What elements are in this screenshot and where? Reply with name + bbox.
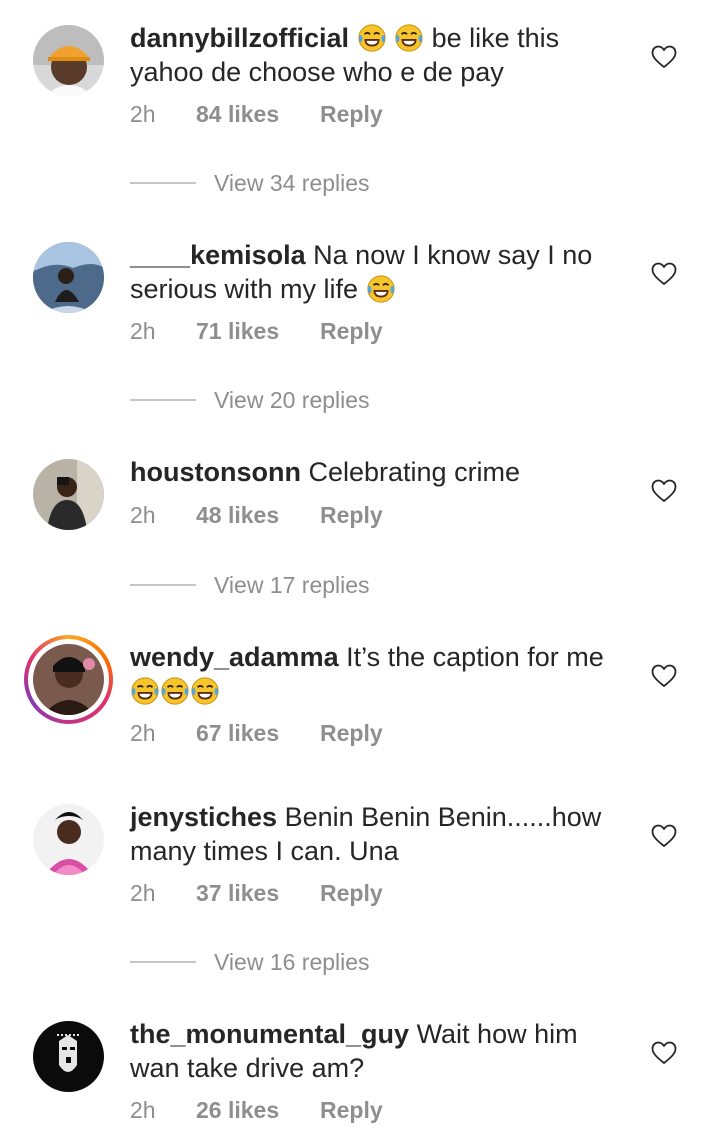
comment-text: wendy_adamma It’s the caption for me [130,640,630,708]
divider [130,182,196,184]
reply-button[interactable]: Reply [320,316,383,346]
avatar [33,644,104,715]
likes-count[interactable]: 48 likes [196,500,279,530]
heart-icon[interactable] [651,45,677,69]
comment-username[interactable]: ____kemisola [130,240,306,270]
avatar[interactable] [33,25,104,96]
comment-body-line: Celebrating crime [308,457,521,487]
heart-icon[interactable] [651,1041,677,1065]
view-replies-button[interactable]: View 16 replies [130,947,530,977]
view-replies-label: View 16 replies [214,949,370,975]
view-replies-button[interactable]: View 20 replies [130,385,530,415]
likes-count[interactable]: 71 likes [196,316,279,346]
comment-time: 2h [130,720,156,746]
avatar-cap-photo-icon [33,25,104,96]
comment-body-line: be like this [431,23,560,53]
comment-username[interactable]: houstonsonn [130,457,301,487]
comment-body-line: It’s the caption for me [346,642,604,672]
comment-text: ____kemisola Na now I know say I no seri… [130,238,630,306]
avatar[interactable] [33,459,104,530]
likes-count[interactable]: 84 likes [196,99,279,129]
comment-time: 2h [130,1097,156,1123]
comment-body-line: many times I can. Una [130,836,399,866]
heart-icon[interactable] [651,479,677,503]
divider [130,399,196,401]
likes-count[interactable]: 37 likes [196,878,279,908]
laughing-emoji-icon [190,676,220,706]
comment-text: houstonsonn Celebrating crime [130,455,630,489]
reply-button[interactable]: Reply [320,718,383,748]
avatar[interactable] [33,1021,104,1092]
comment-body-line: yahoo de choose who e de pay [130,57,504,87]
comment-username[interactable]: wendy_adamma [130,642,339,672]
comment-time: 2h [130,101,156,127]
comment-body-line: Wait how him [416,1019,578,1049]
avatar-mirror-selfie-icon [33,459,104,530]
laughing-emoji-icon [130,676,160,706]
avatar-beach-photo-icon [33,242,104,313]
view-replies-label: View 20 replies [214,387,370,413]
laughing-emoji-icon [366,274,396,304]
comment-text: jenystiches Benin Benin Benin......how m… [130,800,630,868]
avatar-story-ring[interactable] [24,635,113,724]
comment-username[interactable]: the_monumental_guy [130,1019,409,1049]
comment-body-line: serious with my life [130,274,359,304]
comment-time: 2h [130,880,156,906]
reply-button[interactable]: Reply [320,878,383,908]
view-replies-label: View 34 replies [214,170,370,196]
comment-body-line: Benin Benin Benin......how [284,802,602,832]
likes-count[interactable]: 67 likes [196,718,279,748]
heart-icon[interactable] [651,262,677,286]
reply-button[interactable]: Reply [320,500,383,530]
avatar-mask-logo-icon [33,1021,104,1092]
reply-button[interactable]: Reply [320,1095,383,1125]
avatar[interactable] [33,242,104,313]
comment-body-line: Na now I know say I no [313,240,593,270]
avatar-woman-selfie-icon [33,644,104,715]
avatar-woman-photo-icon [33,804,104,875]
divider [130,584,196,586]
comment-text: the_monumental_guy Wait how him wan take… [130,1017,630,1085]
view-replies-button[interactable]: View 17 replies [130,570,530,600]
reply-button[interactable]: Reply [320,99,383,129]
divider [130,961,196,963]
laughing-emoji-icon [394,23,424,53]
view-replies-label: View 17 replies [214,572,370,598]
comment-username[interactable]: dannybillzofficial [130,23,349,53]
comment-body-line: wan take drive am? [130,1053,365,1083]
view-replies-button[interactable]: View 34 replies [130,168,530,198]
comment-text: dannybillzofficial be like this yahoo de… [130,21,630,89]
heart-icon[interactable] [651,664,677,688]
comment-time: 2h [130,502,156,528]
heart-icon[interactable] [651,824,677,848]
comment-username[interactable]: jenystiches [130,802,277,832]
laughing-emoji-icon [357,23,387,53]
laughing-emoji-icon [160,676,190,706]
comment-time: 2h [130,318,156,344]
likes-count[interactable]: 26 likes [196,1095,279,1125]
avatar[interactable] [33,804,104,875]
